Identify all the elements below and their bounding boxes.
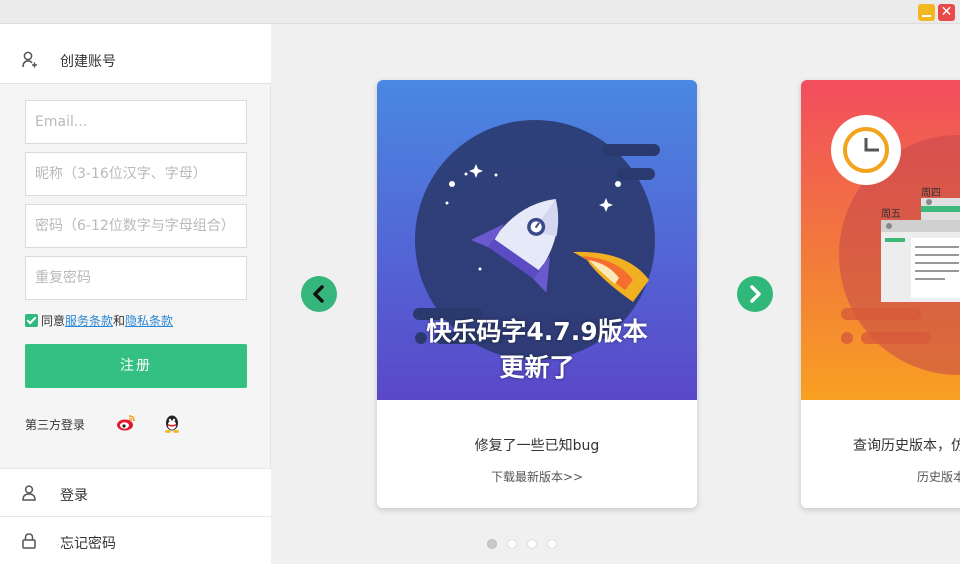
- add-user-icon: [22, 51, 38, 73]
- title-bar: ✕: [0, 0, 960, 24]
- password-placeholder: 密码（6-12位数字与字母组合）: [35, 218, 235, 234]
- slide-illustration: 周四 周五: [801, 80, 960, 400]
- day-label-thursday: 周四: [921, 188, 941, 199]
- account-panel: 创建账号 Email... 昵称（3-16位汉字、字母） 密码（6-12位数字与…: [0, 24, 271, 564]
- slide-card[interactable]: 快乐码字4.7.9版本 更新了 修复了一些已知bug 下载最新版本>>: [377, 80, 697, 508]
- weibo-icon[interactable]: [116, 414, 136, 436]
- minimize-button[interactable]: [918, 4, 935, 21]
- pagination-dot[interactable]: [527, 539, 537, 549]
- agree-prefix: 同意: [41, 314, 66, 328]
- slide-subtitle: 修复了一些已知bug: [474, 438, 600, 454]
- confirm-password-field[interactable]: 重复密码: [25, 256, 247, 300]
- agreement-row: 同意服务条款和隐私条款: [25, 314, 173, 328]
- chevron-right-icon: [750, 285, 761, 303]
- pagination-dot[interactable]: [547, 539, 557, 549]
- password-field[interactable]: 密码（6-12位数字与字母组合）: [25, 204, 247, 248]
- close-button[interactable]: ✕: [938, 4, 955, 21]
- slide-subtitle: 查询历史版本，仿: [853, 438, 960, 454]
- agree-and: 和: [113, 314, 126, 328]
- next-slide-button[interactable]: [737, 276, 773, 312]
- privacy-link[interactable]: 隐私条款: [125, 314, 173, 328]
- slide-illustration: 快乐码字4.7.9版本 更新了: [377, 80, 697, 400]
- slide-card-next[interactable]: 周四 周五 查询历史版本，仿 历史版本: [801, 80, 960, 508]
- email-field[interactable]: Email...: [25, 100, 247, 144]
- agree-checkbox[interactable]: [25, 314, 38, 327]
- forgot-label: 忘记密码: [60, 536, 116, 552]
- download-link[interactable]: 下载最新版本>>: [377, 468, 697, 485]
- email-placeholder: Email...: [35, 114, 88, 130]
- register-button[interactable]: 注册: [25, 344, 247, 388]
- slide-headline-line2: 更新了: [499, 353, 575, 382]
- day-label-friday: 周五: [881, 209, 901, 220]
- history-link[interactable]: 历史版本: [917, 468, 960, 485]
- nickname-field[interactable]: 昵称（3-16位汉字、字母）: [25, 152, 247, 196]
- slide-headline-line1: 快乐码字4.7.9版本: [426, 317, 648, 346]
- terms-link[interactable]: 服务条款: [65, 314, 113, 328]
- prev-slide-button[interactable]: [301, 276, 337, 312]
- chevron-left-icon: [313, 285, 324, 303]
- pagination-dot[interactable]: [507, 539, 517, 549]
- forgot-password-nav-item[interactable]: 忘记密码: [0, 516, 271, 564]
- confirm-placeholder: 重复密码: [35, 270, 91, 286]
- pagination-dot[interactable]: [487, 539, 497, 549]
- login-nav-item[interactable]: 登录: [0, 468, 271, 516]
- news-carousel: 快乐码字4.7.9版本 更新了 修复了一些已知bug 下载最新版本>> 周四 周…: [271, 24, 960, 564]
- register-title: 创建账号: [60, 54, 116, 70]
- history-illustration: [831, 115, 960, 375]
- login-label: 登录: [60, 488, 88, 504]
- third-party-label: 第三方登录: [25, 418, 86, 432]
- nickname-placeholder: 昵称（3-16位汉字、字母）: [35, 166, 207, 182]
- register-header[interactable]: 创建账号: [0, 24, 271, 84]
- lock-icon: [22, 533, 36, 553]
- user-icon: [22, 485, 36, 505]
- close-icon: ✕: [940, 4, 953, 20]
- qq-icon[interactable]: [163, 414, 181, 438]
